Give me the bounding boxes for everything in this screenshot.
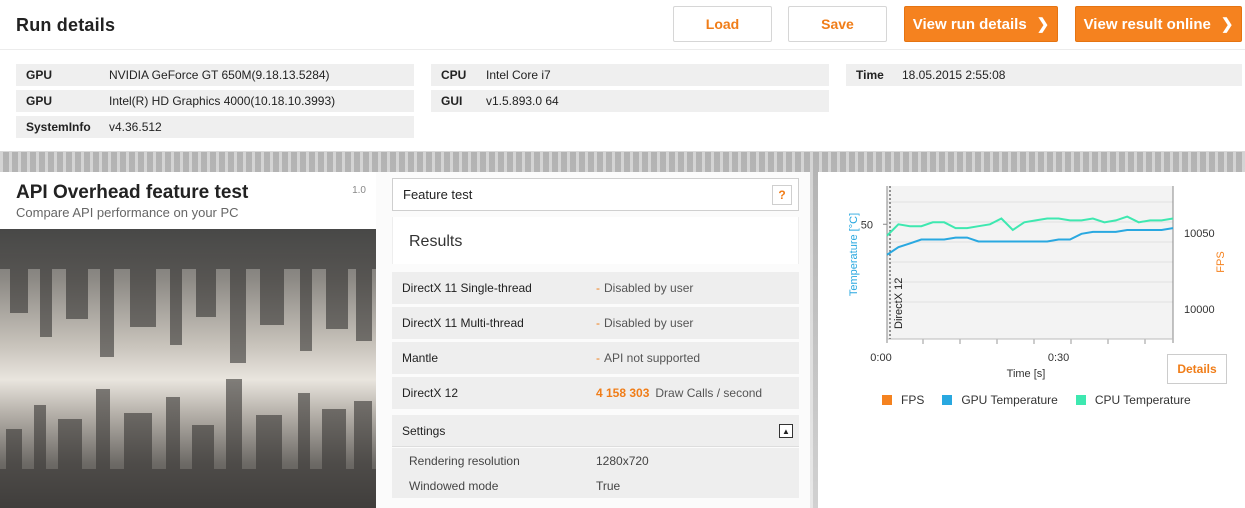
result-value: - Disabled by user [596, 281, 693, 295]
setting-row: Rendering resolution 1280x720 [392, 448, 799, 473]
info-value: 18.05.2015 2:55:08 [902, 68, 1006, 82]
help-button[interactable]: ? [772, 185, 792, 205]
info-systeminfo: SystemInfo v4.36.512 [16, 116, 414, 138]
setting-value: 1280x720 [596, 454, 649, 468]
result-row: DirectX 11 Multi-thread - Disabled by use… [392, 307, 799, 339]
save-button[interactable]: Save [788, 6, 887, 42]
info-key: GPU [26, 94, 53, 108]
y-left-tick-label: 50 [861, 219, 873, 231]
settings-header[interactable]: Settings ▲ [392, 415, 799, 447]
monitoring-chart-panel: DirectX 12 50 10050 10000 0:00 0:30 Time [s] Te… [818, 172, 1245, 508]
legend-item-gpu-temperature[interactable]: GPU Temperature [942, 393, 1058, 407]
result-row: Mantle - API not supported [392, 342, 799, 374]
chevron-right-icon: ❯ [1036, 16, 1050, 33]
x-tick-label: 0:00 [870, 352, 891, 364]
legend-swatch [942, 395, 953, 405]
results-panel: Feature test ? Results DirectX 11 Single… [376, 172, 810, 508]
feature-test-panel: API Overhead feature test Compare API pe… [0, 172, 376, 508]
legend-item-fps[interactable]: FPS [882, 393, 924, 407]
result-unit: Draw Calls / second [655, 386, 763, 400]
info-gui: GUI v1.5.893.0 64 [431, 90, 829, 112]
dash: - [596, 316, 600, 330]
run-details-title: Run details [16, 15, 116, 35]
feature-title: API Overhead feature test [16, 182, 249, 203]
result-status: API not supported [604, 351, 701, 365]
view-run-details-button[interactable]: View run details ❯ [904, 6, 1058, 42]
feature-test-label: Feature test [403, 187, 473, 202]
info-value: Intel(R) HD Graphics 4000(10.18.10.3993) [109, 94, 336, 108]
results-heading: Results [409, 233, 463, 250]
info-key: SystemInfo [26, 120, 91, 134]
info-key: GPU [26, 68, 53, 82]
dash: - [596, 351, 600, 365]
view-result-online-button[interactable]: View result online ❯ [1075, 6, 1242, 42]
y-right-tick-label: 10000 [1184, 304, 1215, 316]
result-status: Disabled by user [604, 281, 694, 295]
directx12-marker-label: DirectX 12 [893, 278, 905, 329]
run-details-panel: Run details Load Save View run details ❯… [0, 0, 1245, 152]
setting-key: Windowed mode [409, 479, 499, 493]
info-gpu-2: GPU Intel(R) HD Graphics 4000(10.18.10.3… [16, 90, 414, 112]
legend-swatch [1075, 395, 1086, 405]
view-run-details-label: View run details [912, 15, 1027, 33]
results-header: Results [392, 217, 799, 264]
legend-item-cpu-temperature[interactable]: CPU Temperature [1075, 393, 1191, 407]
result-name: Mantle [402, 351, 439, 365]
result-name: DirectX 11 Single-thread [402, 281, 532, 295]
details-button[interactable]: Details [1167, 354, 1227, 384]
info-value: NVIDIA GeForce GT 650M(9.18.13.5284) [109, 68, 330, 82]
result-value: 4 158 303 Draw Calls / second [596, 386, 762, 400]
load-button[interactable]: Load [673, 6, 772, 42]
settings-label: Settings [402, 424, 446, 438]
setting-row: Windowed mode True [392, 473, 799, 498]
info-value: Intel Core i7 [486, 68, 551, 82]
info-value: v1.5.893.0 64 [486, 94, 559, 108]
legend-label: GPU Temperature [961, 393, 1058, 407]
chart-legend: FPS GPU Temperature CPU Temperature [882, 393, 1191, 407]
info-gpu-1: GPU NVIDIA GeForce GT 650M(9.18.13.5284) [16, 64, 414, 86]
result-score: 4 158 303 [596, 386, 650, 400]
setting-value: True [596, 479, 621, 493]
result-value: - Disabled by user [596, 316, 693, 330]
feature-version: 1.0 [352, 185, 366, 196]
info-key: CPU [441, 68, 467, 82]
feature-subtitle: Compare API performance on your PC [16, 205, 239, 220]
dash: - [596, 281, 600, 295]
x-tick-label: 0:30 [1048, 352, 1069, 364]
view-result-online-label: View result online [1083, 15, 1211, 33]
x-axis-label: Time [s] [1007, 368, 1046, 380]
legend-swatch [882, 395, 892, 405]
y-axis-left-label: Temperature [°C] [848, 213, 860, 296]
info-key: GUI [441, 94, 463, 108]
info-value: v4.36.512 [109, 120, 162, 134]
divider [0, 49, 1245, 50]
legend-label: CPU Temperature [1094, 393, 1191, 407]
setting-key: Rendering resolution [409, 454, 520, 468]
y-axis-right-label: FPS [1215, 251, 1227, 272]
result-row: DirectX 11 Single-thread - Disabled by us… [392, 272, 799, 304]
info-key: Time [856, 68, 884, 82]
info-cpu: CPU Intel Core i7 [431, 64, 829, 86]
result-row: DirectX 12 4 158 303 Draw Calls / second [392, 377, 799, 409]
benchmark-screenshot-image [0, 229, 376, 508]
collapse-icon[interactable]: ▲ [779, 424, 793, 438]
legend-label: FPS [901, 393, 925, 407]
result-name: DirectX 11 Multi-thread [402, 316, 524, 330]
result-status: Disabled by user [604, 316, 694, 330]
info-time: Time 18.05.2015 2:55:08 [846, 64, 1242, 86]
y-right-tick-label: 10050 [1184, 228, 1215, 240]
feature-test-header: Feature test ? [392, 178, 799, 211]
result-name: DirectX 12 [402, 386, 459, 400]
chevron-right-icon: ❯ [1220, 16, 1234, 33]
result-value: - API not supported [596, 351, 700, 365]
city-image-shapes [0, 229, 376, 508]
